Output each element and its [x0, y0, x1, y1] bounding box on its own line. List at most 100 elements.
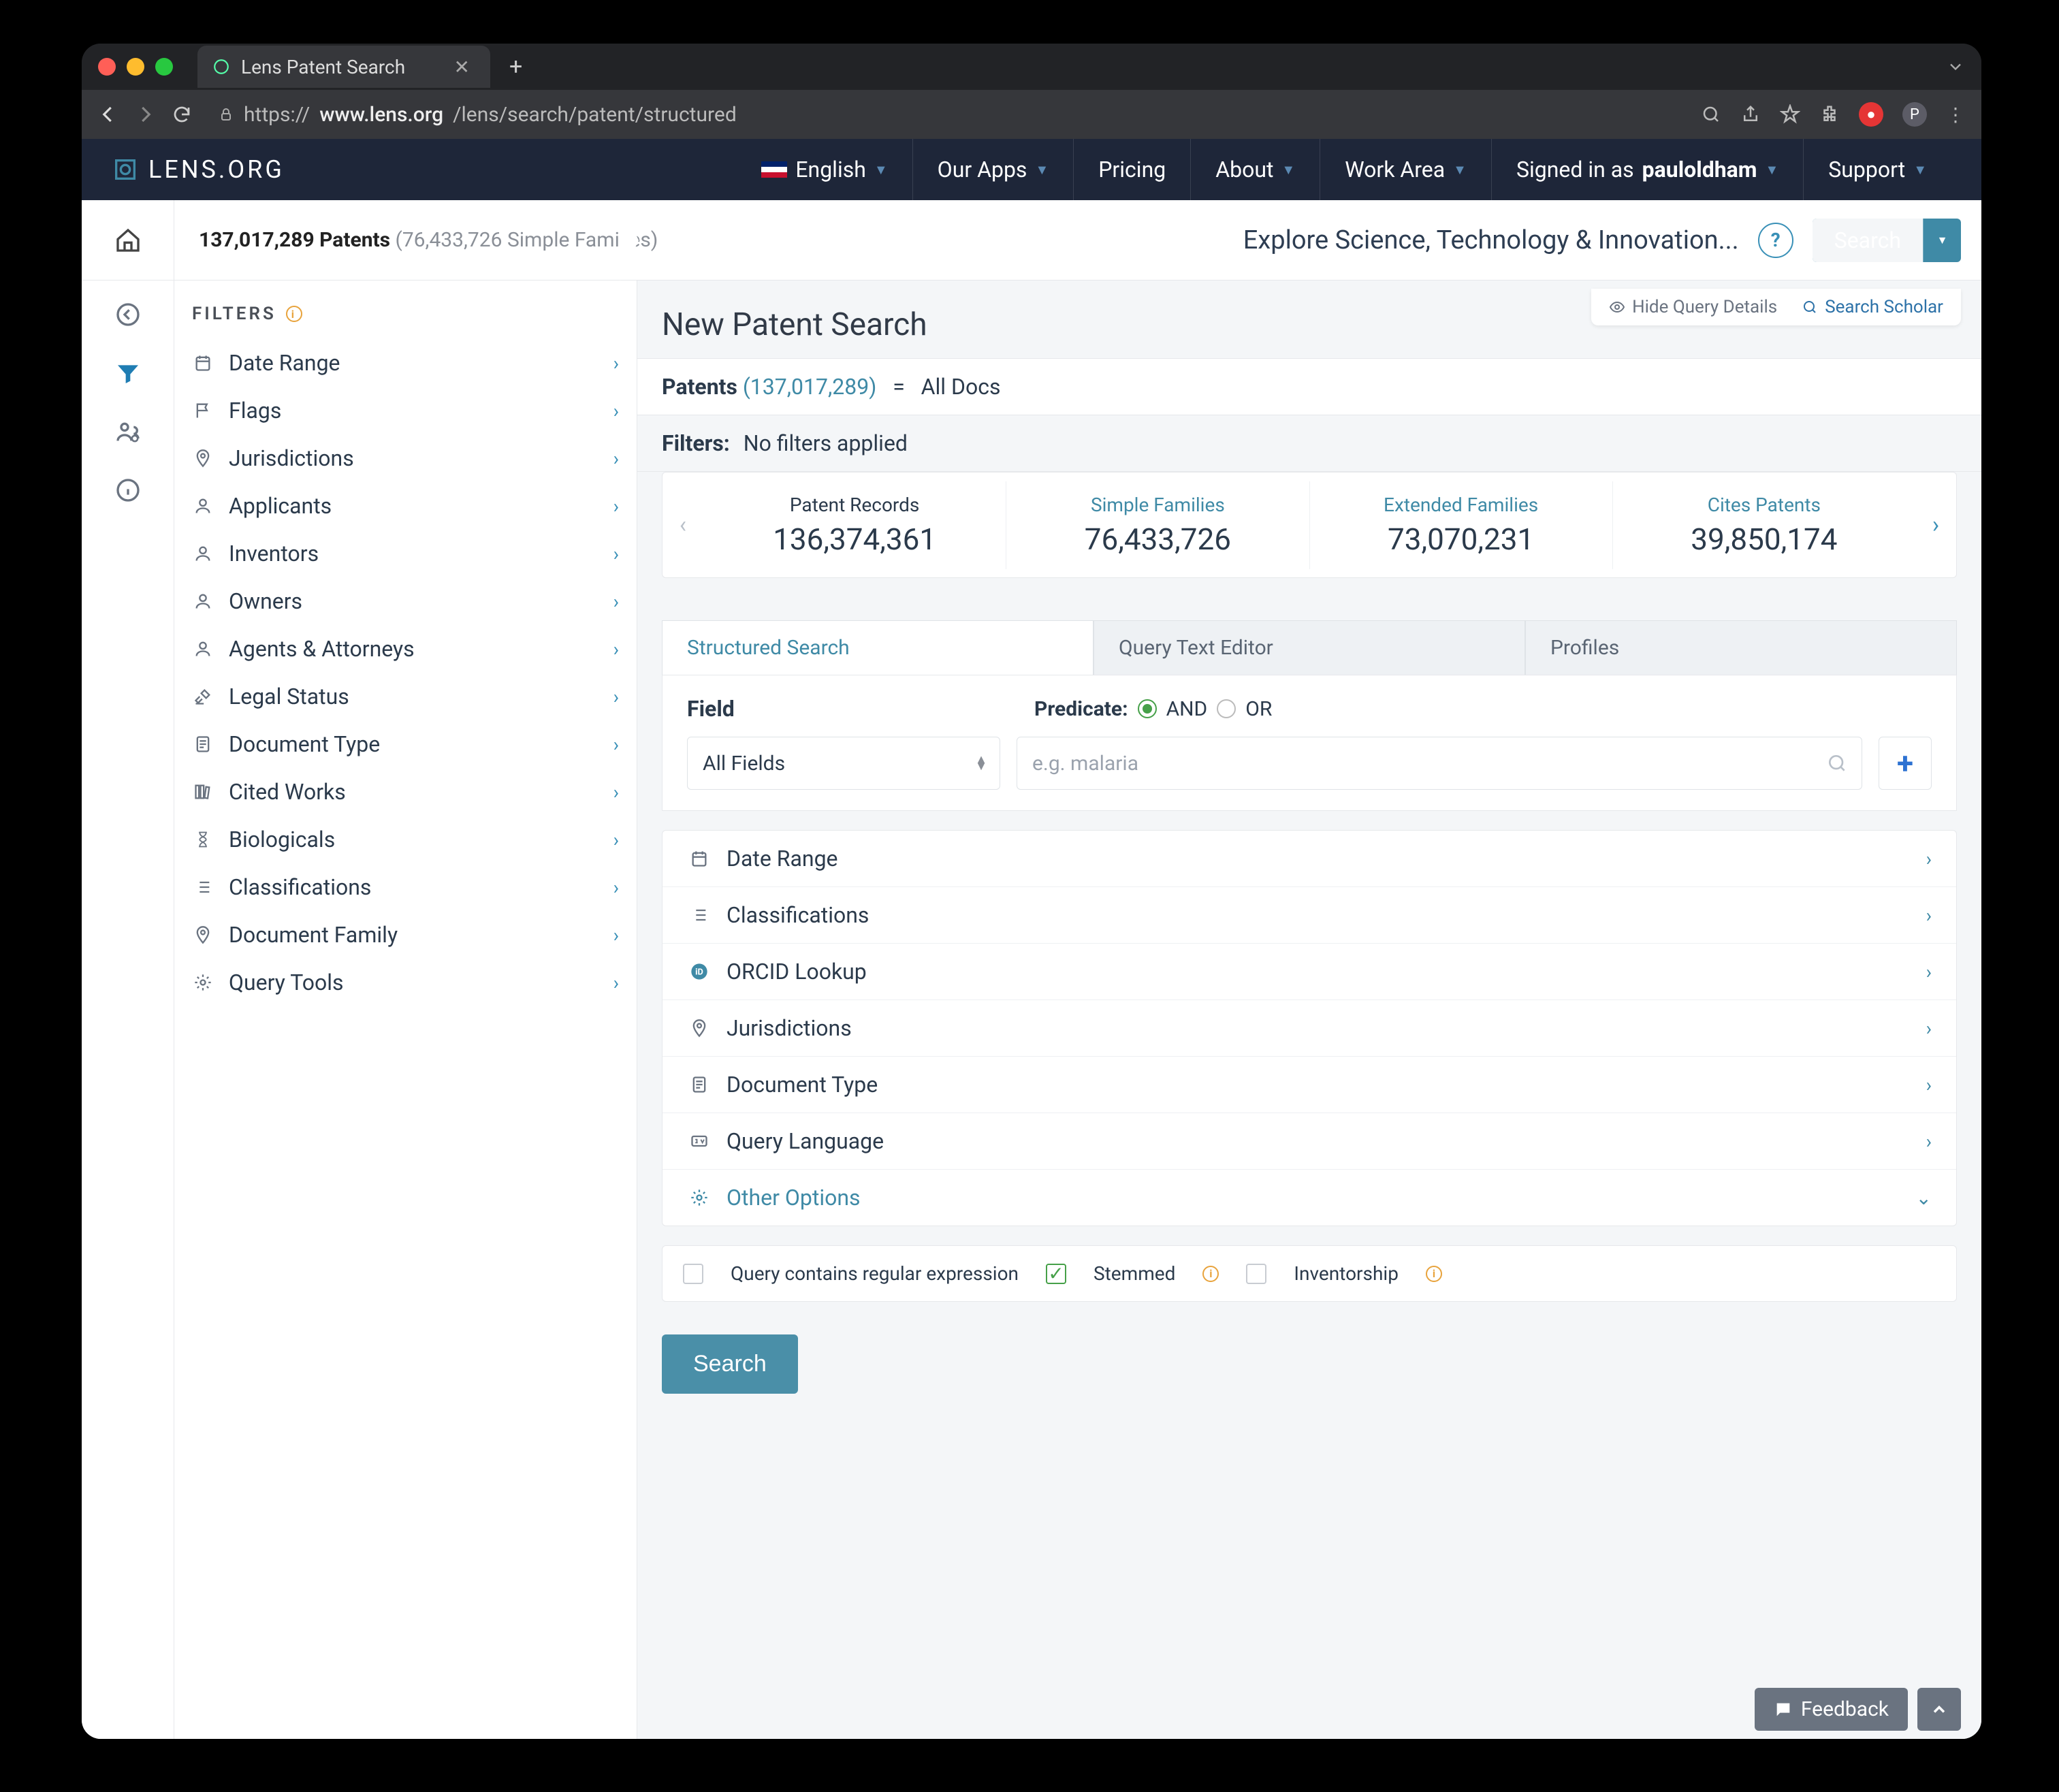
dna-icon: [192, 830, 214, 849]
pin-icon: [192, 449, 214, 468]
star-icon[interactable]: [1780, 104, 1800, 125]
svg-text:iD: iD: [695, 967, 703, 978]
nav-support[interactable]: Support▼: [1803, 139, 1951, 200]
menu-icon[interactable]: ⋮: [1946, 103, 1965, 126]
browser-tab[interactable]: Lens Patent Search ✕: [197, 46, 490, 88]
profile-avatar[interactable]: P: [1902, 102, 1927, 127]
filter-document-type[interactable]: Document Type›: [174, 720, 637, 768]
filter-agents-attorneys[interactable]: Agents & Attorneys›: [174, 625, 637, 673]
search-button[interactable]: Search ▼: [1813, 219, 1961, 262]
help-button[interactable]: ?: [1758, 223, 1793, 258]
stat-extended-families[interactable]: Extended Families73,070,231: [1310, 481, 1613, 569]
nav-work-area[interactable]: Work Area▼: [1320, 139, 1491, 200]
doc-icon: [687, 1075, 712, 1094]
filter-cited-works[interactable]: Cited Works›: [174, 768, 637, 816]
submit-search-button[interactable]: Search: [662, 1334, 798, 1394]
accordion-jurisdictions[interactable]: Jurisdictions›: [663, 1000, 1956, 1057]
orcid-icon: iD: [687, 962, 712, 981]
stats-next[interactable]: ›: [1915, 511, 1956, 539]
filter-owners[interactable]: Owners›: [174, 577, 637, 625]
predicate-and-radio[interactable]: [1138, 699, 1157, 718]
back-button[interactable]: [98, 104, 118, 125]
filter-jurisdictions[interactable]: Jurisdictions›: [174, 434, 637, 482]
uk-flag-icon: [761, 161, 787, 178]
url-prefix: https://: [244, 103, 310, 127]
extension-badge-1[interactable]: ●: [1859, 102, 1883, 127]
accordion-classifications[interactable]: Classifications›: [663, 887, 1956, 944]
query-input[interactable]: e.g. malaria: [1017, 737, 1862, 790]
nav-our-apps[interactable]: Our Apps▼: [912, 139, 1074, 200]
close-icon[interactable]: [98, 58, 116, 76]
info-icon[interactable]: i: [286, 306, 302, 322]
search-scholar-link[interactable]: Search Scholar: [1802, 297, 1943, 317]
user-icon: [192, 592, 214, 611]
filter-legal-status[interactable]: Legal Status›: [174, 673, 637, 720]
tab-profiles[interactable]: Profiles: [1525, 620, 1957, 675]
site-logo[interactable]: LENS.ORG: [112, 155, 285, 184]
field-select[interactable]: All Fields ▲▼: [687, 737, 1000, 790]
close-tab-icon[interactable]: ✕: [454, 56, 470, 78]
stat-simple-families[interactable]: Simple Families76,433,726: [1006, 481, 1309, 569]
minimize-icon[interactable]: [127, 58, 144, 76]
tab-query-text-editor[interactable]: Query Text Editor: [1094, 620, 1525, 675]
accordion-query-language[interactable]: Query Language›: [663, 1113, 1956, 1170]
filter-applicants[interactable]: Applicants›: [174, 482, 637, 530]
accordion-orcid-lookup[interactable]: iDORCID Lookup›: [663, 944, 1956, 1000]
chevron-down-icon: ▼: [874, 161, 888, 178]
filter-flags[interactable]: Flags›: [174, 387, 637, 434]
tagline: Explore Science, Technology & Innovation…: [1243, 225, 1739, 255]
accordion-other-options[interactable]: Other Options⌄: [663, 1170, 1956, 1226]
stat-cites-patents[interactable]: Cites Patents39,850,174: [1613, 481, 1915, 569]
info-icon[interactable]: i: [1202, 1266, 1219, 1282]
stemmed-checkbox[interactable]: ✓: [1046, 1264, 1066, 1284]
flag-icon: [192, 401, 214, 420]
inventorship-checkbox[interactable]: [1246, 1264, 1266, 1284]
share-icon[interactable]: [1740, 104, 1761, 125]
nav-about[interactable]: About▼: [1190, 139, 1320, 200]
rail-back[interactable]: [114, 301, 142, 328]
scroll-top-button[interactable]: [1917, 1688, 1961, 1731]
user-icon: [192, 544, 214, 563]
hide-query-link[interactable]: Hide Query Details: [1609, 297, 1777, 317]
toolbar-right: ● P ⋮: [1701, 102, 1965, 127]
zoom-icon[interactable]: [1701, 104, 1721, 125]
tabs-dropdown-icon[interactable]: [1946, 57, 1965, 76]
tab-structured-search[interactable]: Structured Search: [662, 620, 1094, 675]
rail-filter[interactable]: [114, 359, 142, 387]
nav-pricing[interactable]: Pricing: [1073, 139, 1190, 200]
feedback-button[interactable]: Feedback: [1755, 1688, 1908, 1731]
chevron-right-icon: ›: [613, 400, 619, 422]
regex-checkbox[interactable]: [683, 1264, 703, 1284]
home-button[interactable]: [82, 200, 174, 280]
accordion-document-type[interactable]: Document Type›: [663, 1057, 1956, 1113]
forward-button[interactable]: [135, 104, 155, 125]
nav-language[interactable]: English ▼: [737, 139, 912, 200]
info-icon[interactable]: i: [1426, 1266, 1442, 1282]
rail-users[interactable]: [114, 418, 142, 445]
page-viewport: LENS.ORG English ▼ Our Apps▼ Pricing Abo…: [82, 139, 1981, 1739]
stats-prev[interactable]: ‹: [663, 511, 703, 539]
filter-date-range[interactable]: Date Range›: [174, 339, 637, 387]
extensions-icon[interactable]: [1819, 104, 1840, 125]
breadcrumb[interactable]: 137,017,289 Patents (76,433,726 Simple F…: [174, 200, 658, 280]
browser-window: Lens Patent Search ✕ + https://www.lens.…: [82, 44, 1981, 1739]
rail-info[interactable]: [114, 477, 142, 504]
add-field-button[interactable]: +: [1879, 737, 1932, 790]
new-tab-button[interactable]: +: [509, 53, 522, 80]
accordion-date-range[interactable]: Date Range›: [663, 831, 1956, 887]
predicate-group: Predicate: AND OR: [1034, 697, 1272, 721]
chevron-icon: ›: [1926, 848, 1932, 870]
filter-query-tools[interactable]: Query Tools›: [174, 959, 637, 1006]
filter-document-family[interactable]: Document Family›: [174, 911, 637, 959]
search-dropdown[interactable]: ▼: [1923, 219, 1961, 262]
filter-biologicals[interactable]: Biologicals›: [174, 816, 637, 863]
maximize-icon[interactable]: [155, 58, 173, 76]
nav-signed-in[interactable]: Signed in as pauloldham▼: [1491, 139, 1803, 200]
calendar-icon: [687, 849, 712, 868]
address-bar[interactable]: https://www.lens.org/lens/search/patent/…: [218, 103, 737, 127]
reload-button[interactable]: [172, 104, 192, 125]
predicate-or-radio[interactable]: [1217, 699, 1236, 718]
logo-text: LENS.ORG: [148, 155, 285, 184]
filter-classifications[interactable]: Classifications›: [174, 863, 637, 911]
filter-inventors[interactable]: Inventors›: [174, 530, 637, 577]
